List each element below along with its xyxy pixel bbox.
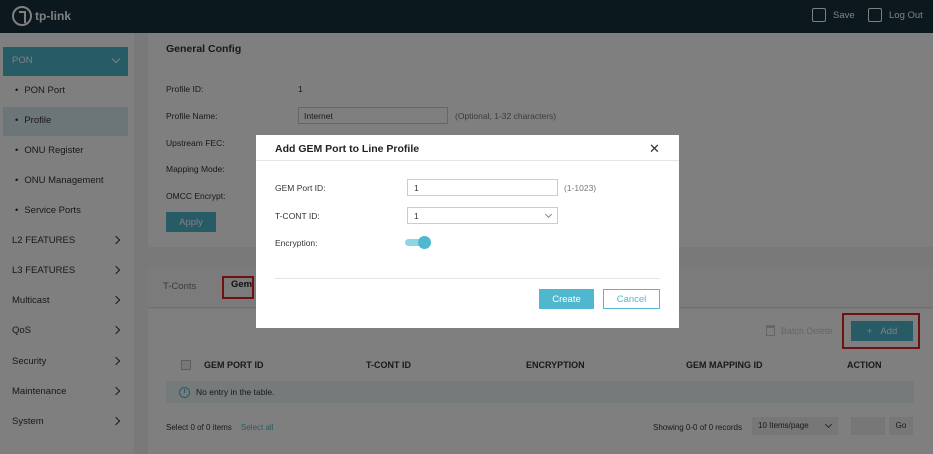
- add-gem-port-dialog: Add GEM Port to Line Profile ✕ GEM Port …: [256, 135, 679, 328]
- gem-port-id-label: GEM Port ID:: [275, 183, 326, 193]
- gem-port-id-hint: (1-1023): [564, 183, 597, 193]
- encryption-label: Encryption:: [275, 238, 318, 248]
- gem-port-id-input[interactable]: 1: [407, 179, 558, 196]
- dialog-title: Add GEM Port to Line Profile: [275, 143, 420, 155]
- toggle-knob: [418, 236, 431, 249]
- divider: [275, 278, 660, 279]
- t-cont-id-value: 1: [414, 211, 419, 221]
- cancel-button[interactable]: Cancel: [603, 289, 660, 309]
- close-icon[interactable]: ✕: [649, 141, 660, 157]
- divider: [256, 160, 679, 161]
- create-button[interactable]: Create: [539, 289, 594, 309]
- t-cont-id-select[interactable]: 1: [407, 207, 558, 224]
- encryption-toggle[interactable]: [405, 236, 431, 249]
- t-cont-id-label: T-CONT ID:: [275, 211, 320, 221]
- chevron-down-icon: [544, 210, 553, 219]
